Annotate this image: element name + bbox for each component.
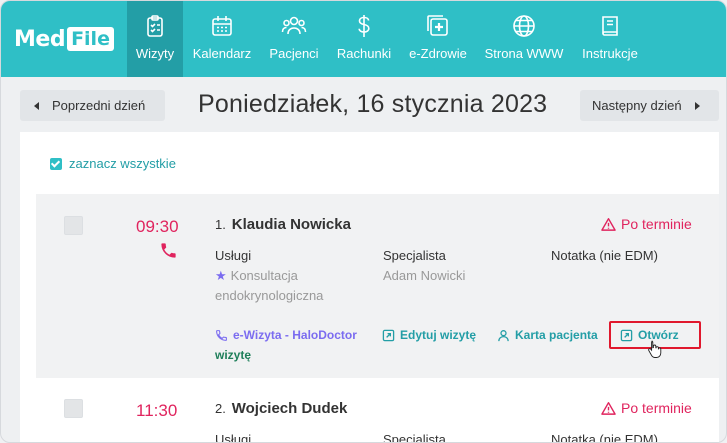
medical-plus-icon [427,15,448,36]
visit-number: 1. [215,217,226,232]
service-name: ★ Konsultacja endokrynologiczna [215,266,323,306]
top-navigation: Med File Wizyty Kalendarz Pacjenci Rachu… [1,1,726,77]
ewizyta-link[interactable]: e-Wizyta - HaloDoctor [215,328,357,342]
select-all-label: zaznacz wszystkie [69,156,176,171]
patient-name-text: Wojciech Dudek [231,400,348,417]
warning-icon [601,217,616,231]
logo-file-text: File [67,27,114,51]
app-window: Med File Wizyty Kalendarz Pacjenci Rachu… [0,0,727,443]
caret-right-icon [694,101,700,110]
external-link-icon [382,329,395,341]
nav-label: Strona WWW [484,46,564,61]
nav-item-pacjenci[interactable]: Pacjenci [265,1,323,77]
phone-outline-icon [216,329,227,341]
warning-icon [601,401,616,415]
previous-day-button[interactable]: Poprzedni dzień [20,90,165,121]
star-icon: ★ [215,268,227,283]
visits-panel: zaznacz wszystkie 09:30 1. Klaudia Nowic… [20,132,719,443]
nav-label: e-Zdrowie [409,46,467,61]
edit-visit-label: Edytuj wizytę [400,328,477,342]
globe-icon [513,15,535,37]
status-overdue: Po terminie [601,400,692,416]
ewizyta-label: e-Wizyta - HaloDoctor [233,328,357,342]
hand-cursor-icon [648,340,662,358]
specialist-label: Specjalista [383,432,446,443]
logo-med-text: Med [14,26,66,52]
medfile-logo[interactable]: Med File [14,26,114,52]
nav-item-kalendarz[interactable]: Kalendarz [191,1,253,77]
patient-name-text: Klaudia Nowicka [231,216,351,233]
specialist-name: Adam Nowicki [383,268,466,283]
patient-card-link[interactable]: Karta pacjenta [497,328,598,342]
status-text: Po terminie [621,400,692,416]
nav-label: Wizyty [135,46,175,61]
nav-item-strona-www[interactable]: Strona WWW [482,1,566,77]
nav-item-instrukcje[interactable]: Instrukcje [577,1,643,77]
select-all-checkbox[interactable]: zaznacz wszystkie [50,156,176,171]
service-line2: endokrynologiczna [215,288,324,303]
users-icon [281,16,307,35]
calendar-icon [212,16,232,36]
patient-name[interactable]: 1. Klaudia Nowicka [215,216,351,233]
day-navigation: Poprzedni dzień Poniedziałek, 16 styczni… [1,77,726,132]
edit-visit-link[interactable]: Edytuj wizytę [382,328,476,342]
checked-checkbox-icon [50,157,62,170]
visit-time: 11:30 [136,401,178,420]
visit-card: 11:30 2. Wojciech Dudek Po terminie Usłu… [36,380,719,443]
visit-time: 09:30 [136,217,179,236]
next-day-label: Następny dzień [592,98,682,113]
next-day-button[interactable]: Następny dzień [580,90,719,121]
specialist-label: Specjalista [383,248,446,263]
service-line1: Konsultacja [230,268,298,283]
services-label: Usługi [215,432,252,443]
nav-item-rachunki[interactable]: Rachunki [335,1,393,77]
status-overdue: Po terminie [601,216,692,232]
visit-checkbox[interactable] [64,216,83,235]
ewizyta-label-continued[interactable]: wizytę [215,348,251,362]
patient-card-label: Karta pacjenta [515,328,598,342]
note-label: Notatka (nie EDM) [551,432,658,443]
note-label: Notatka (nie EDM) [551,248,658,263]
visit-number: 2. [215,401,226,416]
visit-card: 09:30 1. Klaudia Nowicka Po terminie Usł… [36,194,719,378]
external-link-icon [620,329,633,341]
nav-label: Kalendarz [192,46,252,61]
clipboard-icon [147,15,163,37]
nav-label: Rachunki [336,46,392,61]
visit-checkbox[interactable] [64,399,83,418]
nav-item-wizyty[interactable]: Wizyty [127,1,183,77]
book-icon [602,16,618,36]
user-icon [498,329,509,341]
patient-name[interactable]: 2. Wojciech Dudek [215,400,347,417]
nav-label: Pacjenci [269,46,319,61]
services-label: Usługi [215,248,252,263]
dollar-icon [358,15,370,37]
nav-item-e-zdrowie[interactable]: e-Zdrowie [406,1,470,77]
previous-day-label: Poprzedni dzień [52,98,146,113]
phone-icon [161,243,176,258]
status-text: Po terminie [621,216,692,232]
date-title: Poniedziałek, 16 stycznia 2023 [198,90,548,118]
caret-left-icon [34,101,39,110]
nav-label: Instrukcje [582,46,638,61]
